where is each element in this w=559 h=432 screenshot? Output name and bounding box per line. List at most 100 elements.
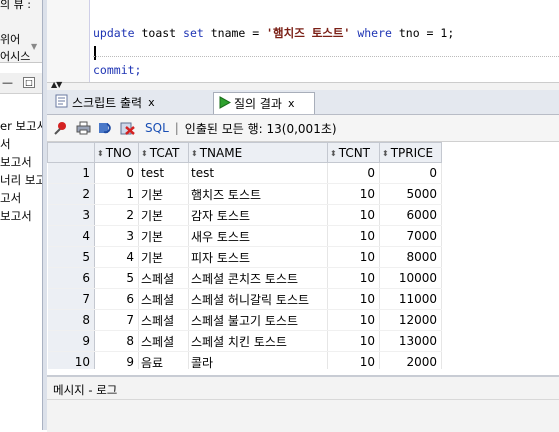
close-icon[interactable]: x [148, 96, 155, 109]
cell-tname[interactable]: 새우 토스트 [188, 225, 328, 247]
cell-tname[interactable]: 햄치즈 토스트 [188, 183, 328, 205]
tree-item[interactable]: 고서 [0, 190, 42, 208]
table-row[interactable]: 9 8 스페셜 스페셜 치킨 토스트 10 13000 [47, 330, 442, 352]
cell-tname[interactable]: 피자 토스트 [188, 246, 328, 268]
cell-tprice[interactable]: 11000 [379, 288, 442, 310]
cell-tcnt[interactable]: 10 [327, 183, 380, 205]
cell-tcat[interactable]: 스페셜 [138, 288, 189, 310]
cell-tname[interactable]: test [188, 162, 328, 184]
cell-tprice[interactable]: 12000 [379, 309, 442, 331]
code-line-update[interactable]: update toast set tname = '햄치즈 토스트' where… [93, 25, 454, 41]
cell-tno[interactable]: 2 [94, 204, 139, 226]
cell-tno[interactable]: 5 [94, 267, 139, 289]
cell-tcat[interactable]: 기본 [138, 246, 189, 268]
tab-query-result[interactable]: 질의 결과 x [213, 92, 315, 114]
cell-tcat[interactable]: 음료 [138, 351, 189, 369]
cell-tname[interactable]: 스페셜 허니갈릭 토스트 [188, 288, 328, 310]
cell-tname[interactable]: 스페셜 치킨 토스트 [188, 330, 328, 352]
message-log-title[interactable]: 메시지 - 로그 [53, 382, 117, 398]
cell-tno[interactable]: 0 [94, 162, 139, 184]
column-header-tno[interactable]: ⬍ TNO [94, 142, 139, 163]
cell-tname[interactable]: 콜라 [188, 351, 328, 369]
results-tab-bar: 스크립트 출력 x 질의 결과 x [47, 90, 559, 115]
cell-tprice[interactable]: 5000 [379, 183, 442, 205]
tree-item[interactable]: 보고서 [0, 208, 42, 226]
cell-tcnt[interactable]: 10 [327, 225, 380, 247]
sort-icon[interactable]: ⬍ [141, 149, 148, 158]
editor-gutter [47, 0, 89, 82]
cell-tno[interactable]: 4 [94, 246, 139, 268]
table-row[interactable]: 2 1 기본 햄치즈 토스트 10 5000 [47, 183, 442, 205]
cell-tcat[interactable]: 스페셜 [138, 267, 189, 289]
table-row[interactable]: 7 6 스페셜 스페셜 허니갈릭 토스트 10 11000 [47, 288, 442, 310]
cell-tname[interactable]: 스페셜 콘치즈 토스트 [188, 267, 328, 289]
sort-icon[interactable]: ⬍ [330, 149, 337, 158]
table-row[interactable]: 10 9 음료 콜라 10 2000 [47, 351, 442, 369]
maximize-icon[interactable]: □ [23, 77, 35, 88]
cell-tcat[interactable]: 기본 [138, 204, 189, 226]
table-row[interactable]: 8 7 스페셜 스페셜 불고기 토스트 10 12000 [47, 309, 442, 331]
table-row[interactable]: 6 5 스페셜 스페셜 콘치즈 토스트 10 10000 [47, 267, 442, 289]
column-header-tcnt[interactable]: ⬍ TCNT [327, 142, 380, 163]
minimize-icon[interactable]: — [2, 76, 13, 89]
cell-tcnt[interactable]: 0 [327, 162, 380, 184]
cell-tprice[interactable]: 8000 [379, 246, 442, 268]
cell-tcat[interactable]: 기본 [138, 183, 189, 205]
cell-tprice[interactable]: 13000 [379, 330, 442, 352]
tree-item[interactable]: er 보고서 [0, 118, 42, 136]
left-top-line: 어시스 [0, 50, 31, 63]
collapse-arrows-icon[interactable]: ▲▼ [51, 80, 62, 89]
close-icon[interactable]: x [288, 97, 295, 110]
cell-tcnt[interactable]: 10 [327, 288, 380, 310]
cell-tno[interactable]: 8 [94, 330, 139, 352]
scroll-down-arrow-icon[interactable]: ▼ [31, 42, 37, 51]
cell-tcnt[interactable]: 10 [327, 246, 380, 268]
cell-tprice[interactable]: 7000 [379, 225, 442, 247]
cell-tcnt[interactable]: 10 [327, 309, 380, 331]
cell-tcnt[interactable]: 10 [327, 330, 380, 352]
column-header-tcat[interactable]: ⬍ TCAT [138, 142, 189, 163]
cell-tprice[interactable]: 0 [379, 162, 442, 184]
cell-tcnt[interactable]: 10 [327, 204, 380, 226]
cell-tcat[interactable]: 스페셜 [138, 330, 189, 352]
results-grid[interactable]: ⬍ TNO ⬍ TCAT ⬍ TNAME ⬍ TCNT ⬍ TPRICE 1 0 test te… [47, 142, 559, 369]
cell-tcnt[interactable]: 10 [327, 351, 380, 369]
row-number-cell: 5 [47, 246, 95, 268]
cell-tno[interactable]: 3 [94, 225, 139, 247]
sort-icon[interactable]: ⬍ [382, 149, 389, 158]
cell-tcat[interactable]: 스페셜 [138, 309, 189, 331]
pin-icon[interactable] [53, 120, 69, 136]
cell-tcat[interactable]: test [138, 162, 189, 184]
cell-tno[interactable]: 1 [94, 183, 139, 205]
refresh-icon[interactable] [97, 120, 113, 136]
tab-script-output[interactable]: 스크립트 출력 x [51, 92, 175, 113]
cell-tno[interactable]: 7 [94, 309, 139, 331]
tree-item[interactable]: 보고서 [0, 154, 42, 172]
cell-tname[interactable]: 스페셜 불고기 토스트 [188, 309, 328, 331]
tree-item[interactable]: 서 [0, 136, 42, 154]
table-row[interactable]: 5 4 기본 피자 토스트 10 8000 [47, 246, 442, 268]
cell-tno[interactable]: 6 [94, 288, 139, 310]
table-row[interactable]: 1 0 test test 0 0 [47, 162, 442, 184]
cell-tprice[interactable]: 2000 [379, 351, 442, 369]
cell-tcat[interactable]: 기본 [138, 225, 189, 247]
clear-icon[interactable] [119, 120, 135, 136]
print-icon[interactable] [75, 120, 91, 136]
cell-tprice[interactable]: 6000 [379, 204, 442, 226]
sort-icon[interactable]: ⬍ [97, 149, 104, 158]
column-header-tprice[interactable]: ⬍ TPRICE [379, 142, 442, 163]
cell-tname[interactable]: 감자 토스트 [188, 204, 328, 226]
cell-tprice[interactable]: 10000 [379, 267, 442, 289]
results-table: ⬍ TNO ⬍ TCAT ⬍ TNAME ⬍ TCNT ⬍ TPRICE 1 0 test te… [47, 142, 442, 369]
code-line-commit[interactable]: commit; [93, 63, 141, 77]
sql-button[interactable]: SQL [145, 121, 169, 135]
table-row[interactable]: 4 3 기본 새우 토스트 10 7000 [47, 225, 442, 247]
table-row[interactable]: 3 2 기본 감자 토스트 10 6000 [47, 204, 442, 226]
column-label: TNAME [199, 145, 243, 160]
cell-tno[interactable]: 9 [94, 351, 139, 369]
column-header-tname[interactable]: ⬍ TNAME [188, 142, 328, 163]
row-number-header [47, 142, 95, 163]
cell-tcnt[interactable]: 10 [327, 267, 380, 289]
sort-icon[interactable]: ⬍ [191, 149, 198, 158]
tree-item[interactable]: 너리 보고 [0, 172, 42, 190]
